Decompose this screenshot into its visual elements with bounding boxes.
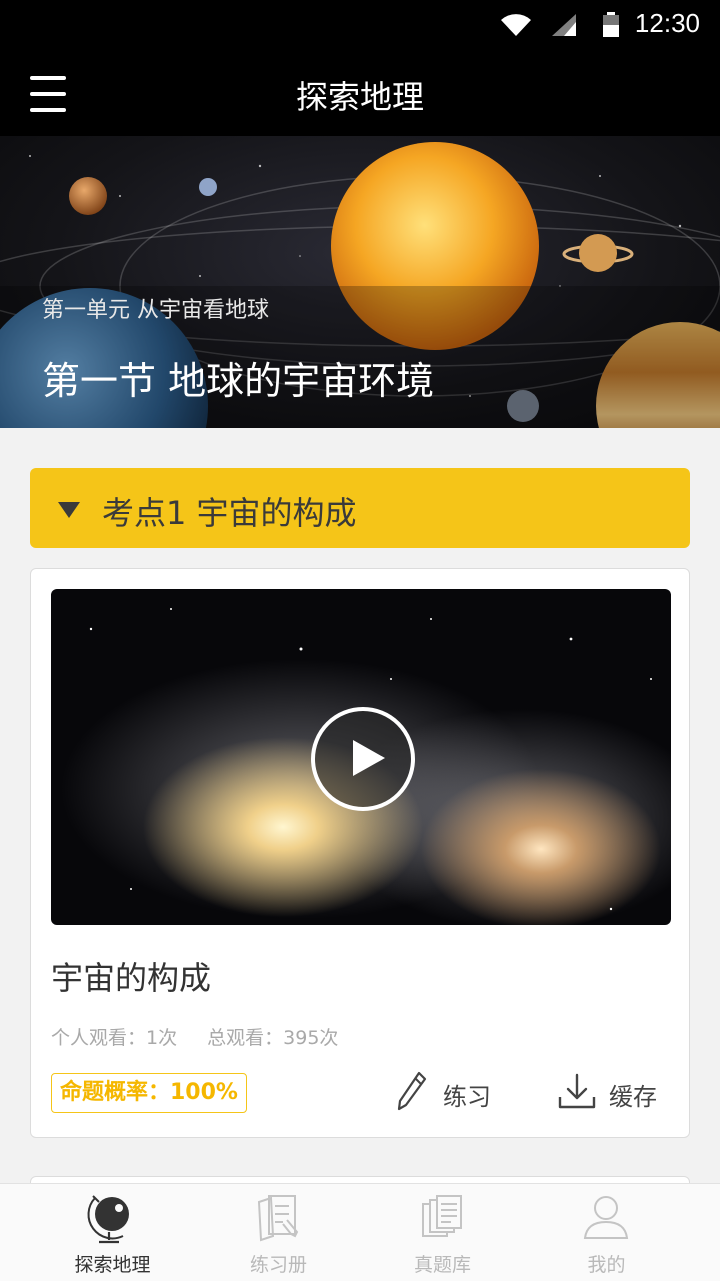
signal-icon bbox=[552, 14, 576, 36]
tab-profile[interactable]: 我的 bbox=[524, 1184, 689, 1281]
section-title: 第一节 地球的宇宙环境 bbox=[42, 359, 435, 403]
video-thumbnail[interactable] bbox=[51, 589, 671, 925]
tab-exam-bank[interactable]: 真题库 bbox=[360, 1184, 525, 1281]
globe-icon bbox=[87, 1195, 129, 1244]
status-bar: 12:30 bbox=[0, 0, 720, 50]
tab-label: 真题库 bbox=[413, 1254, 471, 1276]
caret-down-icon bbox=[58, 502, 80, 518]
battery-icon bbox=[603, 12, 619, 37]
practice-button[interactable]: 练习 bbox=[397, 1069, 517, 1113]
personal-views: 个人观看：1次 bbox=[51, 1027, 178, 1049]
document-stack-icon bbox=[422, 1195, 462, 1237]
app-bar: 探索地理 bbox=[0, 50, 720, 136]
page-title: 探索地理 bbox=[295, 78, 424, 116]
tab-explore[interactable]: 探索地理 bbox=[30, 1184, 195, 1281]
probability-badge: 命题概率：100% bbox=[51, 1073, 247, 1113]
topic-header[interactable]: 考点1 宇宙的构成 bbox=[30, 468, 690, 548]
cache-label: 缓存 bbox=[609, 1083, 657, 1111]
wifi-icon bbox=[501, 14, 531, 37]
total-views: 总观看：395次 bbox=[207, 1027, 339, 1049]
pencil-icon bbox=[397, 1071, 427, 1111]
hero-banner[interactable]: 第一单元 从宇宙看地球 第一节 地球的宇宙环境 bbox=[0, 136, 720, 428]
tab-label: 我的 bbox=[587, 1254, 626, 1276]
tab-label: 练习册 bbox=[249, 1254, 307, 1276]
bottom-tab-bar: 探索地理 练习册 真题库 我的 bbox=[0, 1183, 720, 1281]
clock: 12:30 bbox=[634, 8, 700, 38]
practice-label: 练习 bbox=[443, 1083, 491, 1111]
tab-label: 探索地理 bbox=[74, 1254, 151, 1276]
user-icon bbox=[583, 1196, 629, 1239]
tab-workbook[interactable]: 练习册 bbox=[196, 1184, 361, 1281]
video-title: 宇宙的构成 bbox=[51, 959, 212, 997]
cache-button[interactable]: 缓存 bbox=[557, 1069, 677, 1113]
topic-label: 考点1 宇宙的构成 bbox=[102, 494, 357, 532]
download-icon bbox=[558, 1073, 596, 1109]
view-stats: 个人观看：1次 总观看：395次 bbox=[51, 1023, 362, 1050]
unit-label: 第一单元 从宇宙看地球 bbox=[42, 298, 269, 323]
notebook-icon bbox=[257, 1195, 299, 1242]
video-card: 宇宙的构成 个人观看：1次 总观看：395次 命题概率：100% 练习 缓存 bbox=[30, 568, 690, 1138]
play-icon[interactable] bbox=[311, 707, 415, 811]
